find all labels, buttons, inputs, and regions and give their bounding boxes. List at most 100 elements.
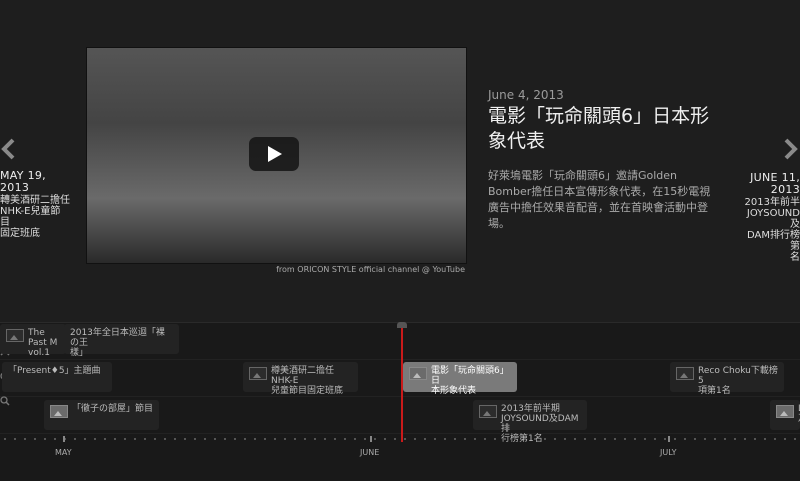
axis-tick xyxy=(494,438,496,440)
axis-tick xyxy=(304,438,306,440)
axis-major-tick xyxy=(63,436,65,442)
axis-major-tick xyxy=(668,436,670,442)
timeline-marker[interactable]: The Past M vol.1 xyxy=(0,324,66,358)
axis-tick xyxy=(374,438,376,440)
axis-tick xyxy=(294,438,296,440)
axis-tick xyxy=(264,438,266,440)
timeline-marker[interactable]: 2013年全日本巡迴「裸の王 樣」 xyxy=(64,324,179,358)
slide-title: 電影「玩命關頭6」日本形象代表 xyxy=(488,105,710,152)
slider-stage: MAY 19, 2013 轉美酒研二擔任 NHK-E兒童節目 固定班底 JUNE… xyxy=(0,0,800,322)
next-slide-arrow[interactable] xyxy=(783,138,800,164)
axis-tick xyxy=(594,438,596,440)
axis-tick xyxy=(284,438,286,440)
axis-tick xyxy=(254,438,256,440)
timeline-marker[interactable]: 「徹子の部屋」節目 xyxy=(44,400,159,430)
timeline-marker-active[interactable]: 電影「玩命關頭6」日 本形象代表 xyxy=(403,362,517,396)
axis-tick xyxy=(364,438,366,440)
axis-tick xyxy=(474,438,476,440)
image-icon xyxy=(479,405,497,418)
month-label: JULY xyxy=(660,448,677,457)
axis-tick xyxy=(554,438,556,440)
axis-tick xyxy=(74,438,76,440)
month-label: JUNE xyxy=(360,448,380,457)
axis-tick xyxy=(664,438,666,440)
axis-tick xyxy=(244,438,246,440)
axis-tick xyxy=(234,438,236,440)
image-icon xyxy=(6,329,24,342)
axis-tick xyxy=(314,438,316,440)
axis-tick xyxy=(754,438,756,440)
axis-tick xyxy=(184,438,186,440)
prev-slide-arrow[interactable] xyxy=(0,138,18,164)
axis-tick xyxy=(684,438,686,440)
image-icon xyxy=(409,367,427,380)
axis-tick xyxy=(424,438,426,440)
timeline-marker[interactable]: 2013年前半期 JOYSOUND及DAM排 行榜第1名 xyxy=(473,400,587,444)
axis-tick xyxy=(4,438,6,440)
axis-tick xyxy=(604,438,606,440)
axis-tick xyxy=(44,438,46,440)
image-icon xyxy=(50,405,68,418)
video-player[interactable] xyxy=(86,47,467,264)
chevron-left-icon xyxy=(1,138,15,160)
axis-tick xyxy=(384,438,386,440)
next-slide-preview[interactable]: JUNE 11, 2013 2013年前半 JOYSOUND及 DAM排行榜第 … xyxy=(740,172,800,264)
month-label: MAY xyxy=(55,448,72,457)
axis-tick xyxy=(324,438,326,440)
axis-tick xyxy=(134,438,136,440)
axis-tick xyxy=(564,438,566,440)
axis-tick xyxy=(174,438,176,440)
axis-tick xyxy=(744,438,746,440)
axis-tick xyxy=(54,438,56,440)
axis-tick xyxy=(514,438,516,440)
image-icon xyxy=(776,405,794,418)
axis-tick xyxy=(574,438,576,440)
axis-tick xyxy=(774,438,776,440)
timeline-axis xyxy=(0,436,800,442)
zoom-out-button[interactable] xyxy=(0,396,12,414)
axis-tick xyxy=(484,438,486,440)
axis-tick xyxy=(334,438,336,440)
axis-tick xyxy=(194,438,196,440)
axis-tick xyxy=(124,438,126,440)
axis-tick xyxy=(154,438,156,440)
axis-tick xyxy=(464,438,466,440)
zoom-out-icon xyxy=(0,396,10,406)
axis-tick xyxy=(114,438,116,440)
timeline-current-indicator xyxy=(401,328,403,442)
timeline-marker[interactable]: L 及 xyxy=(770,400,800,430)
timeline-marker[interactable]: Reco Choku下載榜5 項第1名 xyxy=(670,362,784,396)
axis-major-tick xyxy=(370,436,372,442)
axis-tick xyxy=(694,438,696,440)
prev-slide-desc: 轉美酒研二擔任 NHK-E兒童節目 固定班底 xyxy=(0,195,70,239)
axis-tick xyxy=(544,438,546,440)
next-slide-desc: 2013年前半 JOYSOUND及 DAM排行榜第 名 xyxy=(744,197,800,263)
play-icon xyxy=(268,146,282,162)
timeline-marker[interactable]: 「Present♦5」主題曲 xyxy=(2,362,112,392)
axis-tick xyxy=(714,438,716,440)
axis-tick xyxy=(614,438,616,440)
axis-tick xyxy=(454,438,456,440)
axis-tick xyxy=(734,438,736,440)
axis-tick xyxy=(584,438,586,440)
axis-tick xyxy=(404,438,406,440)
axis-tick xyxy=(354,438,356,440)
axis-tick xyxy=(14,438,16,440)
axis-tick xyxy=(274,438,276,440)
axis-tick xyxy=(224,438,226,440)
axis-tick xyxy=(344,438,346,440)
axis-tick xyxy=(794,438,796,440)
axis-tick xyxy=(634,438,636,440)
axis-tick xyxy=(524,438,526,440)
slide-text: June 4, 2013 電影「玩命關頭6」日本形象代表 好萊塢電影「玩命關頭6… xyxy=(488,88,716,232)
play-button[interactable] xyxy=(249,137,299,171)
prev-slide-date: MAY 19, 2013 xyxy=(0,169,46,194)
prev-slide-preview[interactable]: MAY 19, 2013 轉美酒研二擔任 NHK-E兒童節目 固定班底 xyxy=(0,169,70,240)
axis-tick xyxy=(34,438,36,440)
axis-tick xyxy=(214,438,216,440)
axis-tick xyxy=(704,438,706,440)
timeline-marker[interactable]: 樽美酒研二擔任NHK-E 兒童節目固定班底 xyxy=(243,362,358,396)
axis-tick xyxy=(644,438,646,440)
axis-tick xyxy=(434,438,436,440)
axis-tick xyxy=(534,438,536,440)
